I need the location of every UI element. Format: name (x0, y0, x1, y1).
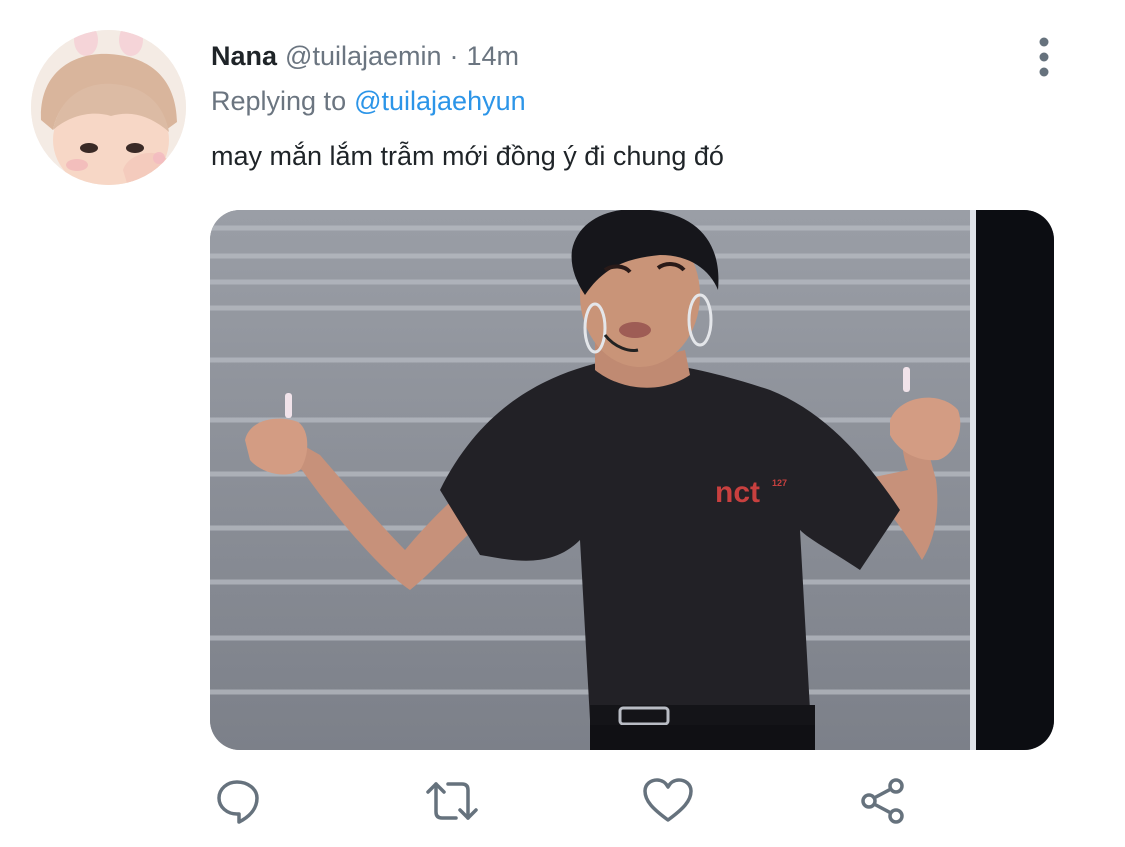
share-icon (861, 778, 904, 824)
more-options-button[interactable] (1024, 36, 1064, 80)
tweet-header: Nana @tuilajaemin · 14m (211, 36, 519, 76)
avatar-photo (31, 30, 186, 185)
more-vertical-icon (1039, 37, 1049, 77)
replying-to-label: Replying to (211, 85, 347, 116)
tweet-media[interactable]: nct 127 (210, 210, 1054, 750)
media-photo: nct 127 (210, 210, 1054, 750)
retweet-icon (426, 782, 478, 820)
reply-icon (217, 780, 259, 824)
user-handle[interactable]: @tuilajaemin (285, 41, 441, 72)
shirt-logo-text: nct (715, 476, 760, 509)
avatar[interactable] (31, 30, 186, 185)
reply-button[interactable] (210, 776, 266, 826)
share-button[interactable] (856, 776, 912, 826)
replying-to: Replying to @tuilajaehyun (211, 82, 526, 120)
shirt-logo-superscript: 127 (772, 478, 787, 488)
header-separator: · (449, 40, 459, 71)
like-button[interactable] (640, 776, 696, 826)
tweet-timestamp[interactable]: 14m (467, 41, 520, 72)
heart-icon (643, 778, 693, 822)
retweet-button[interactable] (424, 776, 480, 826)
reply-target-handle[interactable]: @tuilajaehyun (354, 86, 526, 117)
tweet-text: may mắn lắm trẫm mới đồng ý đi chung đó (211, 140, 724, 171)
display-name[interactable]: Nana (211, 41, 277, 72)
